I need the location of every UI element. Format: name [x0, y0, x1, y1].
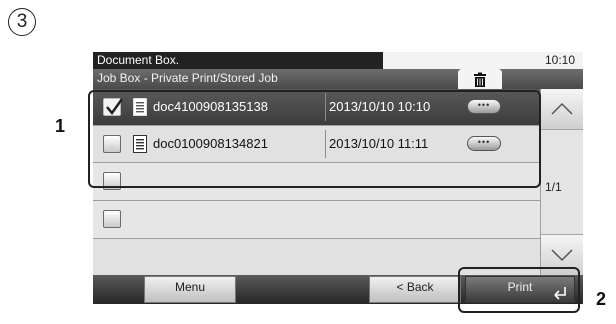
callout-box-2 [458, 267, 580, 313]
step-number-badge: 3 [8, 8, 36, 36]
page-indicator: 1/1 [545, 180, 562, 194]
scroll-up-button[interactable] [541, 89, 583, 130]
callout-number-2: 2 [596, 289, 607, 309]
row-checkbox[interactable] [103, 210, 121, 228]
job-row-empty[interactable] [93, 201, 540, 239]
back-button[interactable]: < Back [369, 276, 461, 303]
title-bar: Document Box. 10:10 [93, 52, 583, 69]
chevron-up-icon [551, 102, 573, 115]
trash-icon [474, 72, 486, 87]
subtitle-bar: Job Box - Private Print/Stored Job [93, 69, 583, 89]
menu-button[interactable]: Menu [144, 276, 236, 303]
delete-button[interactable] [458, 69, 502, 89]
clock-time: 10:10 [544, 53, 575, 67]
scroll-column: 1/1 [540, 89, 583, 275]
callout-box-1 [88, 90, 541, 188]
screen-title: Document Box. [93, 52, 383, 69]
screen-subtitle: Job Box - Private Print/Stored Job [97, 71, 278, 85]
chevron-down-icon [551, 249, 573, 262]
callout-number-1: 1 [55, 116, 66, 136]
